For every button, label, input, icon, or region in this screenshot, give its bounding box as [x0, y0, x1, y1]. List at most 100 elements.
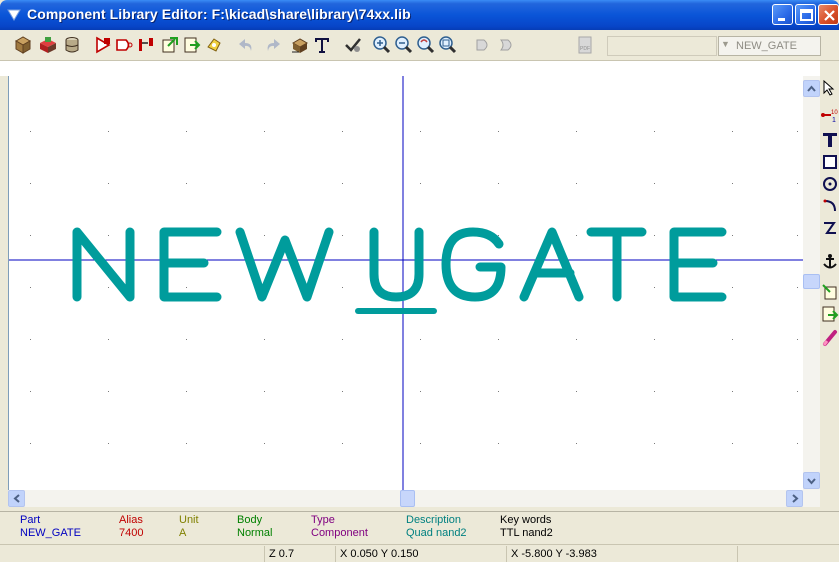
grid-dot [654, 391, 655, 392]
library-save-icon[interactable] [62, 35, 82, 55]
glyph-u [369, 227, 424, 302]
scroll-up-button[interactable] [803, 80, 820, 97]
zoom-fit-icon[interactable] [438, 35, 458, 55]
svg-text:1: 1 [832, 117, 836, 123]
info-unit-value: A [179, 527, 187, 539]
export-icon[interactable] [182, 35, 202, 55]
grid-dot [654, 235, 655, 236]
grid-dot [186, 443, 187, 444]
canvas-svg [9, 76, 804, 490]
chevron-up-icon [807, 85, 816, 92]
grid-dot [342, 339, 343, 340]
info-keywords: Key words TTL nand2 [500, 514, 553, 540]
info-panel: Part NEW_GATE Alias 7400 Unit A Body Nor… [0, 511, 839, 544]
grid-dot [342, 443, 343, 444]
info-part: Part NEW_GATE [20, 514, 81, 540]
unit-select[interactable] [607, 36, 717, 56]
alias-select[interactable]: ▼ NEW_GATE [718, 36, 821, 56]
grid-dot [576, 235, 577, 236]
load-component-icon[interactable] [38, 35, 58, 55]
redo-icon[interactable] [262, 35, 282, 55]
text-icon[interactable] [312, 35, 332, 55]
pdf-datasheet-icon[interactable]: PDF [575, 35, 595, 55]
select-arrow-icon[interactable] [821, 79, 839, 97]
zoom-out-icon[interactable] [394, 35, 414, 55]
add-text-icon[interactable] [821, 131, 839, 149]
vertical-scrollbar[interactable] [803, 76, 820, 490]
glyph-g [441, 227, 506, 302]
undo-icon[interactable] [237, 35, 257, 55]
import-drawing-icon[interactable] [821, 283, 839, 301]
grid-dot [264, 183, 265, 184]
glyph-e2 [669, 227, 727, 302]
title-bar[interactable]: Component Library Editor: F:\kicad\share… [0, 0, 839, 30]
window-title: Component Library Editor: F:\kicad\share… [27, 6, 411, 22]
grid-dot [264, 443, 265, 444]
test-component-icon[interactable] [114, 35, 134, 55]
export-drawing-icon[interactable] [821, 305, 839, 323]
grid-dot [498, 131, 499, 132]
right-toolbar: 10 1 [820, 61, 839, 511]
info-unit: Unit A [179, 514, 199, 540]
add-pin-icon[interactable]: 101 [821, 105, 839, 123]
scroll-left-button[interactable] [8, 490, 25, 507]
grid-dot [797, 183, 798, 184]
add-polyline-icon[interactable] [821, 219, 839, 237]
info-alias: Alias 7400 [119, 514, 143, 540]
scroll-right-button[interactable] [786, 490, 803, 507]
svg-text:10: 10 [831, 110, 838, 116]
grid-dot [342, 235, 343, 236]
main-toolbar: PDF ▼ NEW_GATE [0, 30, 839, 61]
zoom-redraw-icon[interactable] [416, 35, 436, 55]
add-rectangle-icon[interactable] [821, 153, 839, 171]
maximize-button[interactable] [795, 4, 816, 25]
glyph-a [519, 227, 584, 302]
grid-dot [732, 183, 733, 184]
grid-dot [576, 183, 577, 184]
grid-dot [30, 287, 31, 288]
create-component-icon[interactable] [204, 35, 224, 55]
horizontal-scroll-thumb[interactable] [400, 490, 415, 507]
horizontal-scrollbar[interactable] [8, 490, 820, 507]
info-type-value: Component [311, 527, 368, 539]
close-button[interactable] [818, 4, 839, 25]
chevron-down-icon [807, 478, 816, 485]
grid-dot [498, 235, 499, 236]
grid-dot [732, 287, 733, 288]
grid-dot [108, 287, 109, 288]
drawing-canvas[interactable] [8, 76, 818, 490]
minimize-button[interactable] [772, 4, 793, 25]
scroll-down-button[interactable] [803, 472, 820, 489]
grid-dot [264, 131, 265, 132]
info-body-value: Normal [237, 527, 273, 539]
info-unit-label: Unit [179, 514, 199, 526]
grid-dot [576, 131, 577, 132]
grid-dot [108, 339, 109, 340]
glyph-t [586, 227, 647, 302]
grid-dot [420, 391, 421, 392]
add-circle-icon[interactable] [821, 175, 839, 193]
zoom-in-icon[interactable] [372, 35, 392, 55]
grid-dot [30, 443, 31, 444]
de-morgan-normal-icon[interactable] [474, 35, 494, 55]
grid-dot [108, 183, 109, 184]
vertical-scroll-thumb[interactable] [803, 274, 820, 289]
grid-dot [342, 287, 343, 288]
check-erc-icon[interactable] [343, 35, 363, 55]
info-alias-label: Alias [119, 514, 143, 526]
grid-dot [797, 391, 798, 392]
grid-dot [30, 183, 31, 184]
grid-dot [420, 131, 421, 132]
import-icon[interactable] [160, 35, 180, 55]
info-alias-value: 7400 [119, 527, 144, 539]
new-component-icon[interactable] [13, 35, 33, 55]
edit-component-icon[interactable] [93, 35, 113, 55]
component-properties-icon[interactable] [290, 35, 310, 55]
glyph-n [72, 227, 135, 302]
set-anchor-icon[interactable] [821, 253, 839, 271]
add-arc-icon[interactable] [821, 197, 839, 215]
delete-icon[interactable] [821, 329, 839, 347]
grid-dot [797, 443, 798, 444]
pin-table-icon[interactable] [136, 35, 156, 55]
de-morgan-convert-icon[interactable] [498, 35, 518, 55]
